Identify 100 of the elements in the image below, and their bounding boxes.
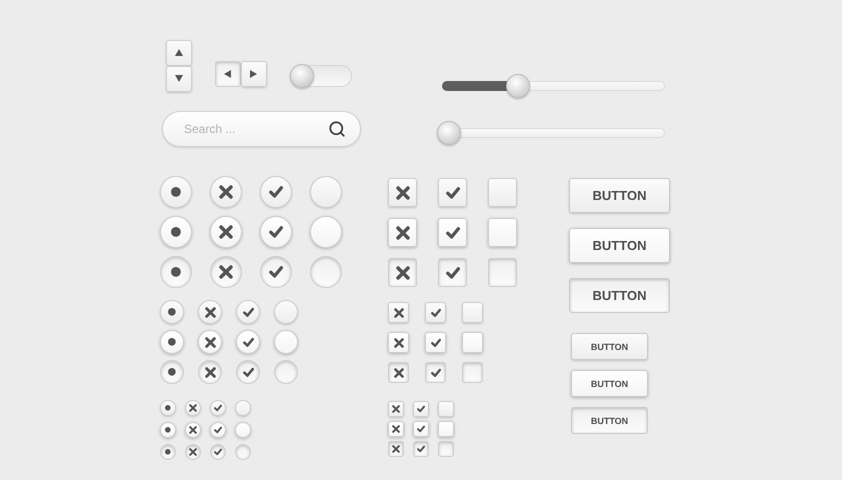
- toggle-switch[interactable]: [290, 65, 352, 87]
- checkbox[interactable]: [425, 362, 446, 383]
- check-icon: [446, 186, 460, 200]
- checkbox[interactable]: [413, 421, 429, 437]
- button[interactable]: BUTTON: [569, 278, 670, 313]
- cross-checkbox[interactable]: [388, 421, 404, 437]
- step-up-button[interactable]: [166, 40, 192, 66]
- radio-button[interactable]: [160, 256, 192, 288]
- cross-checkbox[interactable]: [388, 332, 409, 353]
- cross-icon: [396, 186, 410, 200]
- dot-icon: [165, 449, 171, 455]
- dot-icon: [168, 368, 176, 376]
- cross-checkbox[interactable]: [388, 441, 404, 457]
- button[interactable]: BUTTON: [571, 407, 648, 434]
- cross-button[interactable]: [210, 256, 242, 288]
- checkbox[interactable]: [438, 401, 454, 417]
- cross-button[interactable]: [210, 216, 242, 248]
- cross-icon: [189, 448, 197, 456]
- checkbox[interactable]: [413, 441, 429, 457]
- dot-icon: [165, 405, 171, 411]
- checkbox[interactable]: [488, 218, 517, 247]
- caret-up-icon: [174, 48, 184, 58]
- next-button[interactable]: [241, 61, 267, 87]
- checkbox[interactable]: [462, 332, 483, 353]
- checkbox[interactable]: [488, 178, 517, 207]
- caret-left-icon: [223, 69, 233, 79]
- search-icon[interactable]: [328, 120, 346, 138]
- checkbox[interactable]: [425, 332, 446, 353]
- cross-checkbox[interactable]: [388, 258, 417, 287]
- slider-thumb[interactable]: [437, 121, 461, 145]
- check-icon: [214, 426, 222, 434]
- cross-checkbox[interactable]: [388, 362, 409, 383]
- radio-button[interactable]: [160, 330, 184, 354]
- slider[interactable]: [437, 121, 665, 145]
- check-icon: [446, 226, 460, 240]
- cross-checkbox[interactable]: [388, 178, 417, 207]
- checkbox[interactable]: [462, 302, 483, 323]
- cross-icon: [392, 405, 400, 413]
- check-icon: [242, 306, 254, 318]
- checkbox[interactable]: [438, 218, 467, 247]
- cross-button[interactable]: [185, 422, 201, 438]
- cross-checkbox[interactable]: [388, 218, 417, 247]
- radio-button[interactable]: [160, 360, 184, 384]
- check-icon: [446, 266, 460, 280]
- dot-icon: [168, 308, 176, 316]
- cross-icon: [219, 185, 233, 199]
- button[interactable]: BUTTON: [571, 333, 648, 360]
- check-icon: [417, 405, 425, 413]
- step-down-button[interactable]: [166, 66, 192, 92]
- caret-down-icon: [174, 74, 184, 84]
- checkbox[interactable]: [488, 258, 517, 287]
- button[interactable]: BUTTON: [569, 228, 670, 263]
- check-icon: [269, 265, 283, 279]
- check-icon: [242, 366, 254, 378]
- cross-icon: [219, 265, 233, 279]
- cross-button[interactable]: [185, 400, 201, 416]
- cross-checkbox[interactable]: [388, 302, 409, 323]
- radio-button[interactable]: [160, 216, 192, 248]
- radio-button[interactable]: [160, 444, 176, 460]
- check-icon: [417, 425, 425, 433]
- cross-button[interactable]: [210, 176, 242, 208]
- checkbox[interactable]: [438, 178, 467, 207]
- cross-icon: [392, 425, 400, 433]
- check-icon: [242, 336, 254, 348]
- toggle-knob[interactable]: [290, 64, 314, 88]
- cross-icon: [204, 366, 216, 378]
- dot-icon: [165, 427, 171, 433]
- checkbox[interactable]: [438, 258, 467, 287]
- cross-button[interactable]: [198, 300, 222, 324]
- checkbox[interactable]: [413, 401, 429, 417]
- button[interactable]: BUTTON: [571, 370, 648, 397]
- cross-icon: [219, 225, 233, 239]
- cross-button[interactable]: [198, 360, 222, 384]
- radio-button[interactable]: [160, 422, 176, 438]
- check-icon: [214, 404, 222, 412]
- cross-icon: [204, 336, 216, 348]
- cross-icon: [189, 426, 197, 434]
- radio-button[interactable]: [160, 176, 192, 208]
- check-icon: [430, 308, 440, 318]
- check-icon: [269, 225, 283, 239]
- cross-button[interactable]: [198, 330, 222, 354]
- button[interactable]: BUTTON: [569, 178, 670, 213]
- slider-thumb[interactable]: [506, 74, 530, 98]
- previous-button[interactable]: [215, 61, 241, 87]
- checkbox[interactable]: [425, 302, 446, 323]
- checkbox[interactable]: [462, 362, 483, 383]
- search-input[interactable]: Search ...: [182, 121, 328, 137]
- caret-right-icon: [249, 69, 259, 79]
- cross-icon: [394, 368, 404, 378]
- checkbox[interactable]: [438, 441, 454, 457]
- cross-icon: [394, 308, 404, 318]
- cross-button[interactable]: [185, 444, 201, 460]
- search-field[interactable]: Search ...: [162, 111, 361, 147]
- radio-button[interactable]: [160, 300, 184, 324]
- cross-checkbox[interactable]: [388, 401, 404, 417]
- radio-button[interactable]: [160, 400, 176, 416]
- dot-icon: [171, 187, 181, 197]
- check-icon: [417, 445, 425, 453]
- cross-icon: [189, 404, 197, 412]
- checkbox[interactable]: [438, 421, 454, 437]
